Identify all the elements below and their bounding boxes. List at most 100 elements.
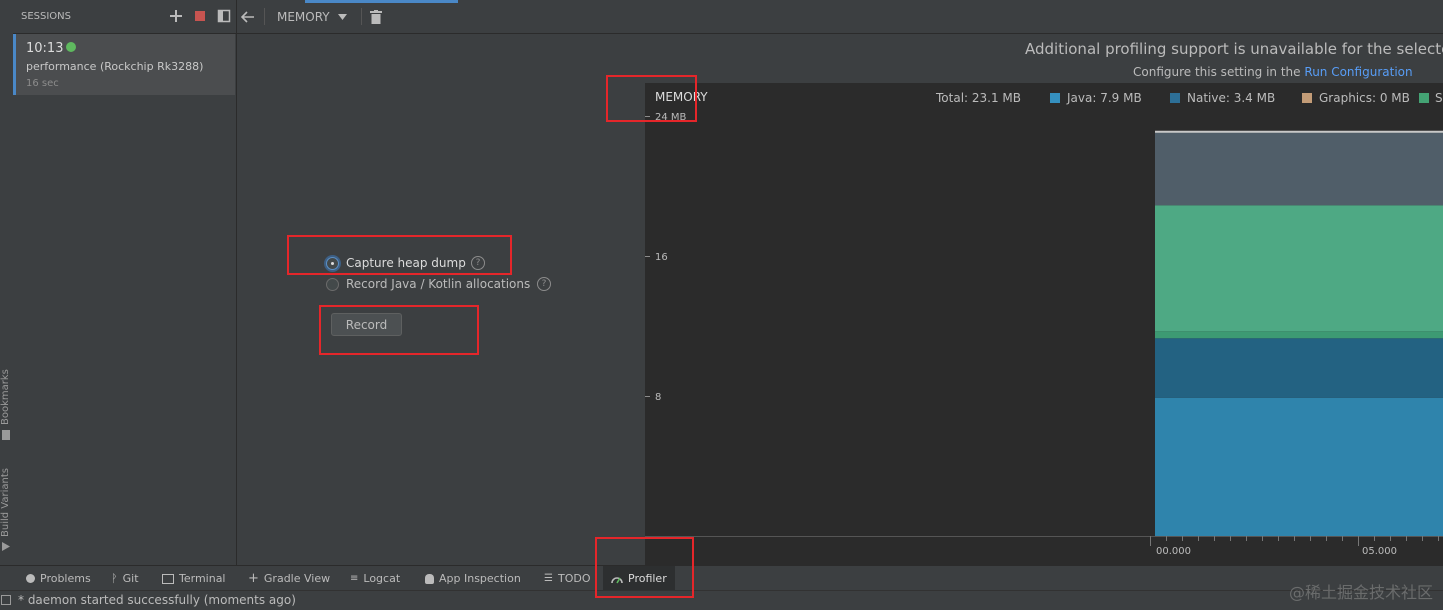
git-label: Git: [122, 572, 139, 585]
terminal-label: Terminal: [179, 572, 226, 585]
todo-tab[interactable]: ☰ TODO: [544, 566, 590, 591]
session-name: performance (Rockchip Rk3288): [26, 60, 204, 73]
plus-icon: +: [248, 571, 259, 586]
logcat-label: Logcat: [363, 572, 401, 585]
stop-session-icon[interactable]: [193, 9, 207, 23]
left-tool-strip: Bookmarks Build Variants: [0, 0, 14, 565]
build-variants-label: Build Variants: [0, 468, 11, 537]
x-tick-mark: [1406, 536, 1407, 541]
x-tick-mark: [1230, 536, 1231, 541]
logcat-icon: ≡: [350, 573, 359, 584]
memory-chart[interactable]: 24 MB 16 8 00.000 05.000 MEMORY Total: 23.1 …: [645, 83, 1443, 565]
profiler-gauge-icon: [611, 576, 623, 583]
x-tick-mark: [1310, 536, 1311, 541]
x-tick-mark: [1342, 536, 1343, 541]
y-tick-mark: [645, 396, 650, 397]
bookmarks-label: Bookmarks: [0, 369, 11, 425]
y-tick-label: 16: [655, 252, 668, 263]
y-tick-label: 8: [655, 392, 661, 403]
session-duration: 16 sec: [26, 78, 59, 89]
gradle-view-label: Gradle View: [263, 572, 331, 585]
profiler-selector[interactable]: MEMORY: [277, 10, 347, 24]
app-inspection-tab[interactable]: App Inspection: [425, 566, 521, 591]
sessions-panel: SESSIONS 10:13 performance (Rockchip Rk3…: [13, 0, 237, 565]
sessions-header: SESSIONS: [13, 0, 236, 34]
x-tick-mark: [1214, 536, 1215, 541]
todo-label: TODO: [557, 572, 591, 585]
help-icon[interactable]: ?: [537, 277, 551, 291]
todo-icon: ☰: [544, 573, 553, 584]
profiler-label: Profiler: [628, 572, 667, 585]
legend-java: Java: 7.9 MB: [1067, 91, 1142, 105]
x-tick-mark: [1390, 536, 1391, 541]
memory-total-line: [1155, 130, 1443, 133]
build-variants-tab[interactable]: Build Variants: [0, 468, 11, 537]
memory-config-panel: Capture heap dump ? Record Java / Kotlin…: [237, 34, 645, 565]
legend-native: Native: 3.4 MB: [1187, 91, 1276, 105]
git-tab[interactable]: ᚹ Git: [111, 566, 139, 591]
memory-band-1: [1155, 338, 1443, 398]
toolbar-separator: [361, 8, 362, 25]
git-branch-icon: ᚹ: [111, 572, 118, 585]
legend-graphics-swatch: [1302, 93, 1312, 103]
memory-band-4: [1155, 131, 1443, 206]
y-tick-mark: [645, 116, 650, 117]
config-hint-prefix: Configure this setting in the: [1133, 65, 1301, 79]
x-axis-line: [645, 536, 1443, 537]
status-bar: * daemon started successfully (moments a…: [0, 590, 1443, 610]
x-tick-mark: [1438, 536, 1439, 541]
x-tick-label: 05.000: [1362, 546, 1397, 557]
x-tick-mark: [1166, 536, 1167, 541]
chevron-down-icon: [337, 14, 347, 20]
memory-monitor: Additional profiling support is unavaila…: [645, 34, 1443, 565]
back-arrow-icon[interactable]: [241, 10, 255, 24]
top-accent-bar: [305, 0, 458, 3]
memory-band-0: [1155, 397, 1443, 536]
collapse-panel-icon[interactable]: [217, 9, 231, 23]
profiler-selector-label: MEMORY: [277, 10, 330, 24]
profiler-toolbar: MEMORY: [237, 0, 1443, 34]
x-tick-mark: [1262, 536, 1263, 541]
legend-stack-swatch: [1419, 93, 1429, 103]
y-tick-label: 24 MB: [655, 112, 687, 123]
bookmark-icon: [2, 430, 10, 440]
x-tick-mark: [1198, 536, 1199, 541]
x-tick-mark: [1182, 536, 1183, 541]
chart-label: MEMORY: [655, 90, 708, 104]
y-tick-mark: [645, 256, 650, 257]
terminal-tab[interactable]: Terminal: [162, 566, 226, 591]
session-item[interactable]: 10:13 performance (Rockchip Rk3288) 16 s…: [13, 34, 235, 95]
memory-band-3: [1155, 205, 1443, 332]
gradle-view-tab[interactable]: + Gradle View: [248, 566, 330, 591]
allocations-label: Record Java / Kotlin allocations: [346, 277, 531, 291]
app-inspection-icon: [425, 573, 434, 584]
problems-tab[interactable]: Problems: [26, 566, 91, 591]
problems-label: Problems: [40, 572, 91, 585]
panel-toggle-icon[interactable]: [1, 595, 11, 605]
heap-dump-label: Capture heap dump: [346, 256, 466, 270]
allocations-radio[interactable]: [326, 278, 339, 291]
logcat-tab[interactable]: ≡ Logcat: [350, 566, 400, 591]
terminal-icon: [162, 573, 174, 584]
unsupported-banner: Additional profiling support is unavaila…: [645, 34, 1443, 83]
x-tick-mark: [1422, 536, 1423, 541]
app-inspection-label: App Inspection: [439, 572, 521, 585]
legend-graphics: Graphics: 0 MB: [1319, 91, 1410, 105]
profiler-tab[interactable]: Profiler: [603, 566, 675, 591]
heap-dump-radio[interactable]: [326, 257, 339, 270]
legend-total: Total: 23.1 MB: [936, 91, 1022, 105]
x-tick-mark: [1278, 536, 1279, 541]
session-time: 10:13: [26, 41, 64, 56]
trash-icon[interactable]: [370, 10, 382, 24]
legend-stack: S: [1435, 91, 1443, 105]
legend-native-swatch: [1170, 93, 1180, 103]
add-session-icon[interactable]: [169, 9, 183, 23]
help-icon[interactable]: ?: [471, 256, 485, 270]
run-configuration-link[interactable]: Run Configuration: [1304, 65, 1412, 79]
bookmarks-tab[interactable]: Bookmarks: [0, 369, 11, 425]
toolbar-separator: [264, 8, 265, 25]
problems-icon: [26, 574, 35, 583]
banner-text: Additional profiling support is unavaila…: [1025, 40, 1443, 58]
record-button[interactable]: Record: [331, 313, 402, 336]
session-live-indicator: [66, 42, 76, 52]
